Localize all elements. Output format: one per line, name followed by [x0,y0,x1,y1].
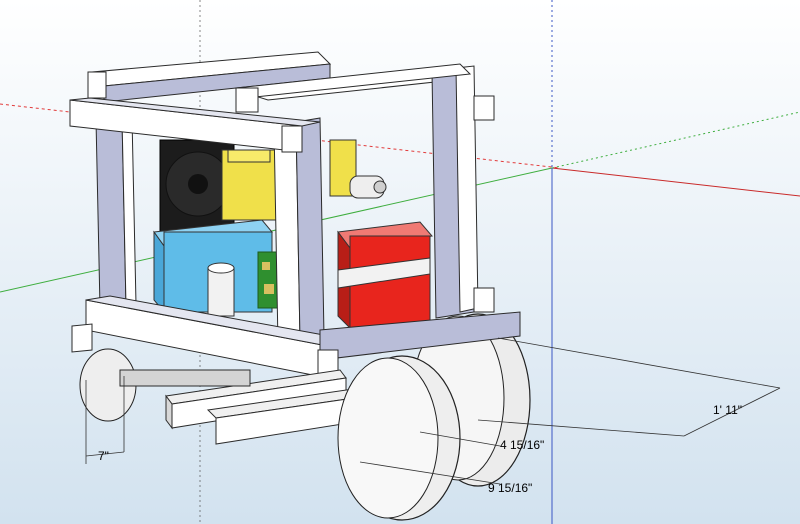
wheel-diameter-dimension[interactable]: 9 15/16" [488,481,532,495]
length-dimension[interactable]: 1' 11" [713,403,742,417]
red-battery [337,221,433,330]
wheel-height-dimension[interactable]: 4 15/16" [500,438,544,452]
front-wheel [337,355,461,521]
blue-enclosure [153,219,273,317]
model-viewport[interactable]: 1' 11" 4 15/16" 9 15/16" 7" [0,0,800,524]
axle-offset-dimension[interactable]: 7" [98,449,109,463]
